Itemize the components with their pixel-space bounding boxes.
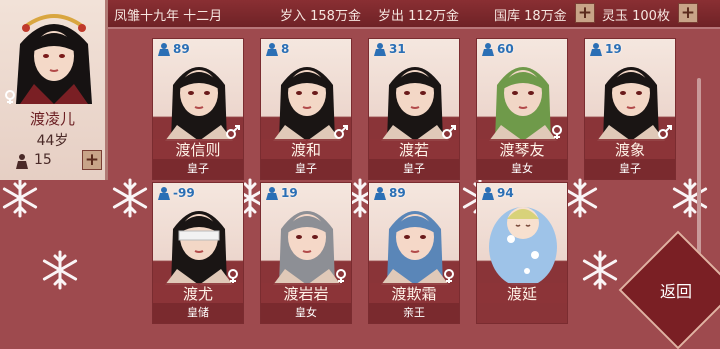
- person-stat-icon: [374, 43, 386, 56]
- add-treasury-button[interactable]: +: [575, 3, 595, 23]
- female-icon: [444, 269, 454, 283]
- female-icon: [552, 125, 562, 139]
- add-jade-button[interactable]: +: [678, 3, 698, 23]
- child-name: 渡琴友: [477, 139, 567, 159]
- child-title: 皇储: [153, 303, 243, 323]
- stat-badge: 89: [373, 185, 406, 201]
- male-icon: [658, 125, 672, 139]
- stat-value: 31: [389, 42, 406, 56]
- stat-value: 8: [281, 42, 290, 56]
- female-icon: [228, 269, 238, 283]
- stat-value: 19: [605, 42, 622, 56]
- child-card[interactable]: 31 渡若 皇子: [368, 38, 460, 180]
- stat-badge: 89: [157, 41, 190, 57]
- child-title: 皇子: [369, 159, 459, 179]
- child-name: 渡信则: [153, 139, 243, 159]
- child-card[interactable]: 60 渡琴友 皇女: [476, 38, 568, 180]
- child-card[interactable]: 89 渡欺霜 亲王: [368, 182, 460, 324]
- add-count-button[interactable]: +: [82, 150, 102, 170]
- status-bar: 凤雏十九年 十二月 岁入 158万金 岁出 112万金 国库 18万金 + 灵玉…: [108, 0, 720, 29]
- people-icon: [16, 154, 28, 169]
- person-stat-icon: [482, 187, 494, 200]
- child-card[interactable]: 19 渡象 皇子: [584, 38, 676, 180]
- child-title: 皇子: [585, 159, 675, 179]
- person-stat-icon: [158, 43, 170, 56]
- stat-badge: 19: [589, 41, 622, 57]
- child-title: 皇子: [153, 159, 243, 179]
- child-title: 皇女: [261, 303, 351, 323]
- stat-value: 89: [173, 42, 190, 56]
- child-card[interactable]: 94 渡延: [476, 182, 568, 324]
- child-title: 皇子: [261, 159, 351, 179]
- child-title: 亲王: [369, 303, 459, 323]
- stat-value: 94: [497, 186, 514, 200]
- child-name: 渡若: [369, 139, 459, 159]
- player-count: 15: [34, 152, 52, 168]
- stat-badge: 60: [481, 41, 514, 57]
- child-name: 渡象: [585, 139, 675, 159]
- player-age: 44岁: [36, 133, 69, 149]
- child-name: 渡延: [477, 283, 567, 303]
- back-button-label[interactable]: 返回: [640, 278, 712, 302]
- stat-badge: -99: [157, 185, 195, 201]
- child-portrait: [489, 207, 557, 285]
- male-icon: [442, 125, 456, 139]
- person-stat-icon: [590, 43, 602, 56]
- female-icon: [336, 269, 346, 283]
- person-stat-icon: [158, 187, 170, 200]
- stat-value: 19: [281, 186, 298, 200]
- stat-badge: 8: [265, 41, 289, 57]
- person-stat-icon: [266, 187, 278, 200]
- child-name: 渡欺霜: [369, 283, 459, 303]
- jade-text: 灵玉 100枚: [602, 9, 670, 24]
- person-stat-icon: [482, 43, 494, 56]
- child-name: 渡岩岩: [261, 283, 351, 303]
- stat-badge: 31: [373, 41, 406, 57]
- expense-text: 岁出 112万金: [378, 9, 459, 24]
- person-stat-icon: [374, 187, 386, 200]
- child-card[interactable]: 89 渡信则 皇子: [152, 38, 244, 180]
- child-card[interactable]: 8 渡和 皇子: [260, 38, 352, 180]
- player-portrait: [16, 14, 92, 104]
- female-icon: [5, 90, 15, 104]
- player-panel[interactable]: 渡凌儿 44岁 15 +: [0, 0, 108, 180]
- child-name: 渡和: [261, 139, 351, 159]
- stat-badge: 19: [265, 185, 298, 201]
- stat-value: 89: [389, 186, 406, 200]
- child-card[interactable]: 19 渡岩岩 皇女: [260, 182, 352, 324]
- male-icon: [334, 125, 348, 139]
- child-title: 皇女: [477, 159, 567, 179]
- treasury-text: 国库 18万金: [494, 9, 567, 24]
- stat-value: 60: [497, 42, 514, 56]
- date-text: 凤雏十九年 十二月: [114, 9, 223, 24]
- male-icon: [226, 125, 240, 139]
- child-name: 渡尤: [153, 283, 243, 303]
- income-text: 岁入 158万金: [280, 9, 361, 24]
- stat-value: -99: [173, 186, 195, 200]
- player-name: 渡凌儿: [29, 110, 75, 128]
- person-stat-icon: [266, 43, 278, 56]
- child-card[interactable]: -99 渡尤 皇储: [152, 182, 244, 324]
- stat-badge: 94: [481, 185, 514, 201]
